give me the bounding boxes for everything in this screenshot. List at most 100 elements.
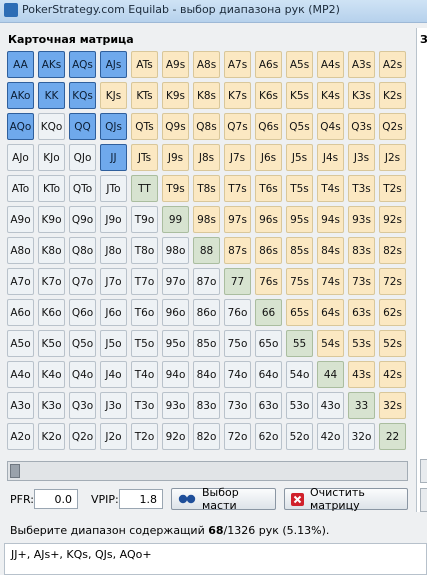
hand-cell[interactable]: 32o	[348, 423, 375, 450]
hand-cell[interactable]: Q8o	[69, 237, 96, 264]
hand-cell[interactable]: J5o	[100, 330, 127, 357]
hand-cell[interactable]: A4s	[317, 51, 344, 78]
hand-cell[interactable]: 63s	[348, 299, 375, 326]
horizontal-scrollbar[interactable]	[7, 461, 408, 481]
hand-cell[interactable]: 75o	[224, 330, 251, 357]
hand-cell[interactable]: KTo	[38, 175, 65, 202]
hand-cell[interactable]: A4o	[7, 361, 34, 388]
hand-cell[interactable]: J3s	[348, 144, 375, 171]
hand-cell[interactable]: 62o	[255, 423, 282, 450]
hand-cell[interactable]: T9o	[131, 206, 158, 233]
hand-cell[interactable]: AQs	[69, 51, 96, 78]
hand-cell[interactable]: T4o	[131, 361, 158, 388]
hand-cell[interactable]: 82s	[379, 237, 406, 264]
hand-cell[interactable]: K9o	[38, 206, 65, 233]
hand-cell[interactable]: 76s	[255, 268, 282, 295]
pfr-input[interactable]	[34, 489, 78, 509]
hand-cell[interactable]: T8s	[193, 175, 220, 202]
hand-cell[interactable]: 87s	[224, 237, 251, 264]
hand-cell[interactable]: 74s	[317, 268, 344, 295]
hand-cell[interactable]: 92s	[379, 206, 406, 233]
hand-cell[interactable]: KJo	[38, 144, 65, 171]
hand-cell[interactable]: A5o	[7, 330, 34, 357]
hand-cell[interactable]: 93o	[162, 392, 189, 419]
hand-cell[interactable]: AJo	[7, 144, 34, 171]
hand-cell[interactable]: 66	[255, 299, 282, 326]
hand-cell[interactable]: 82o	[193, 423, 220, 450]
hand-cell[interactable]: 43o	[317, 392, 344, 419]
hand-cell[interactable]: 84o	[193, 361, 220, 388]
hand-cell[interactable]: 53s	[348, 330, 375, 357]
hand-cell[interactable]: JTs	[131, 144, 158, 171]
hand-cell[interactable]: A2o	[7, 423, 34, 450]
hand-cell[interactable]: K3s	[348, 82, 375, 109]
right-edge-button-2[interactable]	[420, 488, 427, 512]
hand-cell[interactable]: ATo	[7, 175, 34, 202]
right-edge-button-1[interactable]	[420, 459, 427, 483]
hand-cell[interactable]: 77	[224, 268, 251, 295]
hand-cell[interactable]: QQ	[69, 113, 96, 140]
hand-cell[interactable]: J2o	[100, 423, 127, 450]
hand-cell[interactable]: 83o	[193, 392, 220, 419]
hand-cell[interactable]: A7s	[224, 51, 251, 78]
hand-cell[interactable]: 75s	[286, 268, 313, 295]
hand-cell[interactable]: A5s	[286, 51, 313, 78]
hand-cell[interactable]: A3s	[348, 51, 375, 78]
hand-cell[interactable]: Q9s	[162, 113, 189, 140]
hand-cell[interactable]: A6s	[255, 51, 282, 78]
hand-cell[interactable]: 52s	[379, 330, 406, 357]
hand-cell[interactable]: J9s	[162, 144, 189, 171]
hand-cell[interactable]: Q7o	[69, 268, 96, 295]
hand-cell[interactable]: 52o	[286, 423, 313, 450]
hand-cell[interactable]: 22	[379, 423, 406, 450]
hand-cell[interactable]: K8o	[38, 237, 65, 264]
hand-cell[interactable]: T2s	[379, 175, 406, 202]
hand-cell[interactable]: 76o	[224, 299, 251, 326]
hand-cell[interactable]: KJs	[100, 82, 127, 109]
vpip-input[interactable]	[119, 489, 163, 509]
hand-cell[interactable]: J7o	[100, 268, 127, 295]
hand-cell[interactable]: 63o	[255, 392, 282, 419]
hand-cell[interactable]: 73s	[348, 268, 375, 295]
hand-cell[interactable]: 88	[193, 237, 220, 264]
hand-cell[interactable]: K4o	[38, 361, 65, 388]
hand-cell[interactable]: J5s	[286, 144, 313, 171]
hand-cell[interactable]: T2o	[131, 423, 158, 450]
hand-cell[interactable]: 98o	[162, 237, 189, 264]
hand-cell[interactable]: K6s	[255, 82, 282, 109]
hand-cell[interactable]: K2o	[38, 423, 65, 450]
hand-cell[interactable]: 92o	[162, 423, 189, 450]
hand-cell[interactable]: J4o	[100, 361, 127, 388]
hand-cell[interactable]: 97s	[224, 206, 251, 233]
hand-cell[interactable]: Q2o	[69, 423, 96, 450]
hand-cell[interactable]: K9s	[162, 82, 189, 109]
suit-select-button[interactable]: Выбор масти	[171, 486, 276, 512]
hand-cell[interactable]: 62s	[379, 299, 406, 326]
hand-cell[interactable]: T6s	[255, 175, 282, 202]
hand-cell[interactable]: 96o	[162, 299, 189, 326]
hand-cell[interactable]: J7s	[224, 144, 251, 171]
hand-cell[interactable]: Q4o	[69, 361, 96, 388]
hand-cell[interactable]: A2s	[379, 51, 406, 78]
hand-cell[interactable]: 86s	[255, 237, 282, 264]
hand-cell[interactable]: A3o	[7, 392, 34, 419]
hand-cell[interactable]: 64o	[255, 361, 282, 388]
hand-cell[interactable]: Q4s	[317, 113, 344, 140]
hand-cell[interactable]: K3o	[38, 392, 65, 419]
hand-cell[interactable]: A7o	[7, 268, 34, 295]
hand-cell[interactable]: 98s	[193, 206, 220, 233]
hand-cell[interactable]: 72s	[379, 268, 406, 295]
hand-cell[interactable]: K7o	[38, 268, 65, 295]
hand-cell[interactable]: 72o	[224, 423, 251, 450]
hand-cell[interactable]: 93s	[348, 206, 375, 233]
hand-cell[interactable]: 53o	[286, 392, 313, 419]
hand-cell[interactable]: QJo	[69, 144, 96, 171]
hand-cell[interactable]: 54s	[317, 330, 344, 357]
hand-cell[interactable]: T4s	[317, 175, 344, 202]
hand-cell[interactable]: 96s	[255, 206, 282, 233]
hand-cell[interactable]: K4s	[317, 82, 344, 109]
hand-cell[interactable]: K8s	[193, 82, 220, 109]
hand-cell[interactable]: 83s	[348, 237, 375, 264]
hand-cell[interactable]: 32s	[379, 392, 406, 419]
hand-cell[interactable]: 97o	[162, 268, 189, 295]
